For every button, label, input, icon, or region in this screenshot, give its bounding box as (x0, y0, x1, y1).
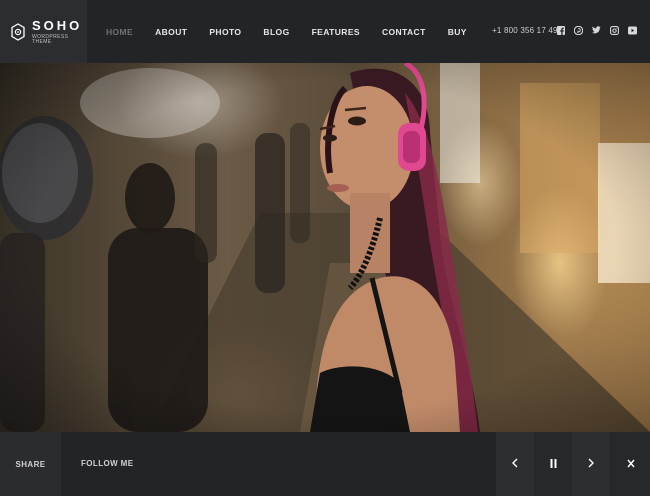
next-slide-button[interactable] (572, 432, 610, 496)
nav-item-features[interactable]: FEATURES (312, 27, 360, 37)
nav-item-buy[interactable]: BUY (448, 27, 467, 37)
instagram-icon[interactable] (610, 25, 619, 35)
slideshow-bar: SHARE FOLLOW ME (0, 432, 650, 496)
youtube-icon[interactable] (628, 25, 637, 35)
phone-number: +1 800 356 17 49 (492, 26, 558, 35)
pause-slide-button[interactable] (534, 432, 572, 496)
next-arrow-icon (588, 457, 594, 471)
main-nav: HOME ABOUT PHOTO BLOG FEATURES CONTACT B… (106, 0, 489, 63)
prev-slide-button[interactable] (496, 432, 534, 496)
nav-item-about[interactable]: ABOUT (155, 27, 187, 37)
nav-item-blog[interactable]: BLOG (263, 27, 289, 37)
hero-photo (0, 63, 650, 432)
site-header: SOHO WORDPRESS THEME HOME ABOUT PHOTO BL… (0, 0, 650, 63)
share-button[interactable]: SHARE (0, 432, 61, 496)
pinterest-icon[interactable] (574, 25, 583, 35)
nav-item-contact[interactable]: CONTACT (382, 27, 426, 37)
gear-flower-icon (10, 21, 26, 43)
brand-subtitle: WORDPRESS THEME (32, 33, 69, 45)
pause-icon (550, 457, 557, 471)
facebook-icon[interactable] (556, 25, 565, 35)
close-icon (626, 457, 635, 471)
follow-me-link[interactable]: FOLLOW ME (81, 459, 133, 468)
twitter-icon[interactable] (592, 25, 601, 35)
logo[interactable]: SOHO WORDPRESS THEME (0, 0, 87, 63)
prev-arrow-icon (512, 457, 518, 471)
close-slideshow-button[interactable] (611, 432, 650, 496)
nav-item-photo[interactable]: PHOTO (209, 27, 241, 37)
nav-item-home[interactable]: HOME (106, 27, 133, 37)
social-links (556, 25, 637, 35)
brand-title: SOHO (32, 17, 83, 33)
hero-illustration (0, 63, 650, 432)
